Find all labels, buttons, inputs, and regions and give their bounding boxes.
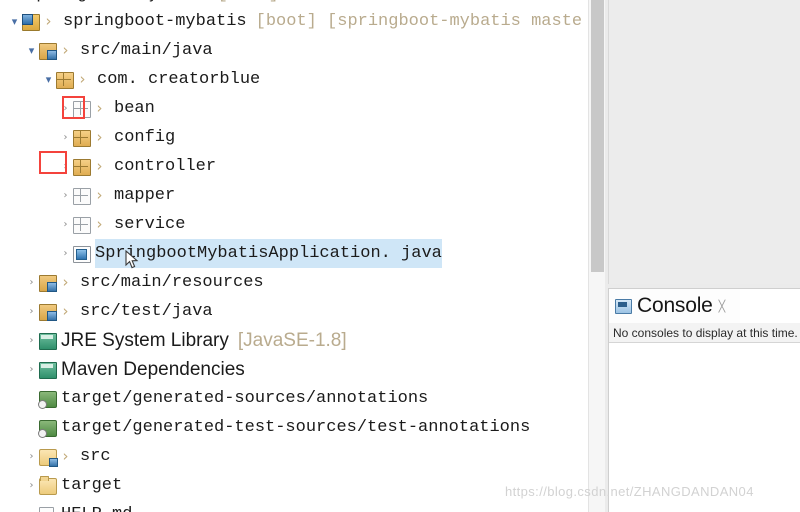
explorer-vertical-scrollbar[interactable] xyxy=(588,0,606,512)
tree-item-target-generated-sources-annotations[interactable]: target/generated-sources/annotations xyxy=(25,384,428,413)
tree-item-label: springboot-mybatis xyxy=(63,7,247,36)
chevron-down-icon[interactable]: ▾ xyxy=(42,65,55,94)
tab-console[interactable]: Console ╳ xyxy=(609,289,740,324)
tree-item-package-config[interactable]: ››config xyxy=(59,123,175,152)
tree-item-folder-src[interactable]: ››src xyxy=(25,442,111,471)
tree-item-label: com. creatorblue xyxy=(97,65,260,94)
generated-folder-icon xyxy=(38,384,57,413)
filter-chevron-icon: › xyxy=(57,36,74,65)
filter-chevron-icon: › xyxy=(40,7,57,36)
chevron-right-icon[interactable]: › xyxy=(25,326,38,355)
chevron-right-icon[interactable]: › xyxy=(25,500,38,512)
library-icon xyxy=(38,355,57,384)
console-message-bar: No consoles to display at this time. xyxy=(609,323,800,343)
clipped-tree-row-label: springboot-mybatis xyxy=(26,0,210,7)
filter-chevron-icon: › xyxy=(57,442,74,471)
tree-item-package-com-creatorblue[interactable]: ▾ ›com. creatorblue xyxy=(42,65,260,94)
tree-item-label: HELP.md xyxy=(61,500,132,512)
tree-item-maven-dependencies[interactable]: › Maven Dependencies xyxy=(25,355,245,384)
close-icon[interactable]: ╳ xyxy=(719,300,726,313)
package-icon xyxy=(72,123,91,152)
tree-item-src-main-java[interactable]: ▾ ›src/main/java xyxy=(25,36,213,65)
source-folder-icon xyxy=(38,297,57,326)
chevron-down-icon[interactable]: ▾ xyxy=(25,36,38,65)
editor-area-empty xyxy=(608,0,800,284)
filter-chevron-icon: › xyxy=(91,152,108,181)
tree-item-target-generated-test-sources-test-annotations[interactable]: target/generated-test-sources/test-annot… xyxy=(25,413,530,442)
console-panel[interactable]: Console ╳ No consoles to display at this… xyxy=(608,288,800,512)
package-empty-icon xyxy=(72,210,91,239)
tree-item-label: service xyxy=(114,210,185,239)
tree-item-label: controller xyxy=(114,152,216,181)
chevron-right-icon[interactable]: › xyxy=(59,123,72,152)
tree-item-file-springboot-mybatis-application[interactable]: › SpringbootMybatisApplication. java xyxy=(59,239,442,268)
package-icon xyxy=(55,65,74,94)
library-icon xyxy=(38,326,57,355)
tree-item-src-main-resources[interactable]: ››src/main/resources xyxy=(25,268,264,297)
tree-item-label: src/test/java xyxy=(80,297,213,326)
markdown-file-icon xyxy=(38,500,57,512)
project-explorer-tree[interactable]: springboot-mybatis [boot] ▾›springboot-m… xyxy=(0,0,588,512)
generated-folder-icon xyxy=(38,413,57,442)
tree-item-label: target/generated-test-sources/test-annot… xyxy=(61,413,530,442)
java-file-icon xyxy=(72,239,91,268)
console-icon xyxy=(615,299,632,314)
tree-item-label: target xyxy=(61,471,122,500)
filter-chevron-icon: › xyxy=(91,94,108,123)
console-empty-message: No consoles to display at this time. xyxy=(609,326,798,340)
tree-item-package-mapper[interactable]: ››mapper xyxy=(59,181,175,210)
chevron-down-icon[interactable]: ▾ xyxy=(8,7,21,36)
clipped-tree-row: springboot-mybatis [boot] xyxy=(0,0,279,7)
tree-item-label: SpringbootMybatisApplication. java xyxy=(95,239,442,268)
chevron-right-icon[interactable]: › xyxy=(25,268,38,297)
tree-item-label: src/main/resources xyxy=(80,268,264,297)
package-icon xyxy=(72,152,91,181)
tree-item-src-test-java[interactable]: ››src/test/java xyxy=(25,297,213,326)
filter-chevron-icon: › xyxy=(91,210,108,239)
scrollbar-thumb[interactable] xyxy=(591,0,604,272)
console-tab-label: Console xyxy=(637,294,713,318)
tree-item-label: Maven Dependencies xyxy=(61,355,245,384)
tree-item-label: src xyxy=(80,442,111,471)
chevron-right-icon[interactable]: › xyxy=(25,471,38,500)
chevron-right-icon[interactable]: › xyxy=(59,181,72,210)
clipped-tree-row-suffix: [boot] xyxy=(218,0,279,7)
tree-item-file-help-md[interactable]: › HELP.md xyxy=(25,500,132,512)
right-pane: Console ╳ No consoles to display at this… xyxy=(605,0,800,512)
tree-item-label: JRE System Library xyxy=(61,326,229,355)
redbox-controller-icon xyxy=(39,151,67,174)
watermark: https://blog.csdn.net/ZHANGDANDAN04 xyxy=(505,484,754,499)
filter-chevron-icon: › xyxy=(91,181,108,210)
source-folder-icon xyxy=(38,36,57,65)
tree-item-label: src/main/java xyxy=(80,36,213,65)
tree-item-project-springboot-mybatis[interactable]: ▾ ›springboot-mybatis [boot] [springboot-m… xyxy=(8,7,582,36)
chevron-right-icon[interactable]: › xyxy=(25,297,38,326)
tree-item-package-service[interactable]: ››service xyxy=(59,210,185,239)
tree-item-label: mapper xyxy=(114,181,175,210)
tree-item-folder-target[interactable]: › target xyxy=(25,471,122,500)
tree-item-label: config xyxy=(114,123,175,152)
source-attached-folder-icon xyxy=(38,442,57,471)
tree-item-label: target/generated-sources/annotations xyxy=(61,384,428,413)
tree-item-jre-system-library[interactable]: › JRE System Library [JavaSE-1.8] xyxy=(25,326,347,355)
chevron-right-icon[interactable]: › xyxy=(59,239,72,268)
package-empty-icon xyxy=(72,181,91,210)
redbox-bean-chevron xyxy=(62,96,85,119)
chevron-right-icon[interactable]: › xyxy=(25,355,38,384)
filter-chevron-icon: › xyxy=(91,123,108,152)
filter-chevron-icon: › xyxy=(74,65,91,94)
filter-chevron-icon: › xyxy=(57,268,74,297)
tree-item-suffix: [JavaSE-1.8] xyxy=(238,326,347,355)
filter-chevron-icon: › xyxy=(57,297,74,326)
chevron-right-icon[interactable]: › xyxy=(59,210,72,239)
tree-item-suffix: [boot] [springboot-mybatis maste xyxy=(256,7,582,36)
tree-item-label: bean xyxy=(114,94,155,123)
project-icon xyxy=(21,7,40,36)
mouse-cursor xyxy=(125,250,139,270)
source-folder-icon xyxy=(38,268,57,297)
tree-item-package-controller[interactable]: ››controller xyxy=(59,152,216,181)
folder-icon xyxy=(38,471,57,500)
chevron-right-icon[interactable]: › xyxy=(25,442,38,471)
